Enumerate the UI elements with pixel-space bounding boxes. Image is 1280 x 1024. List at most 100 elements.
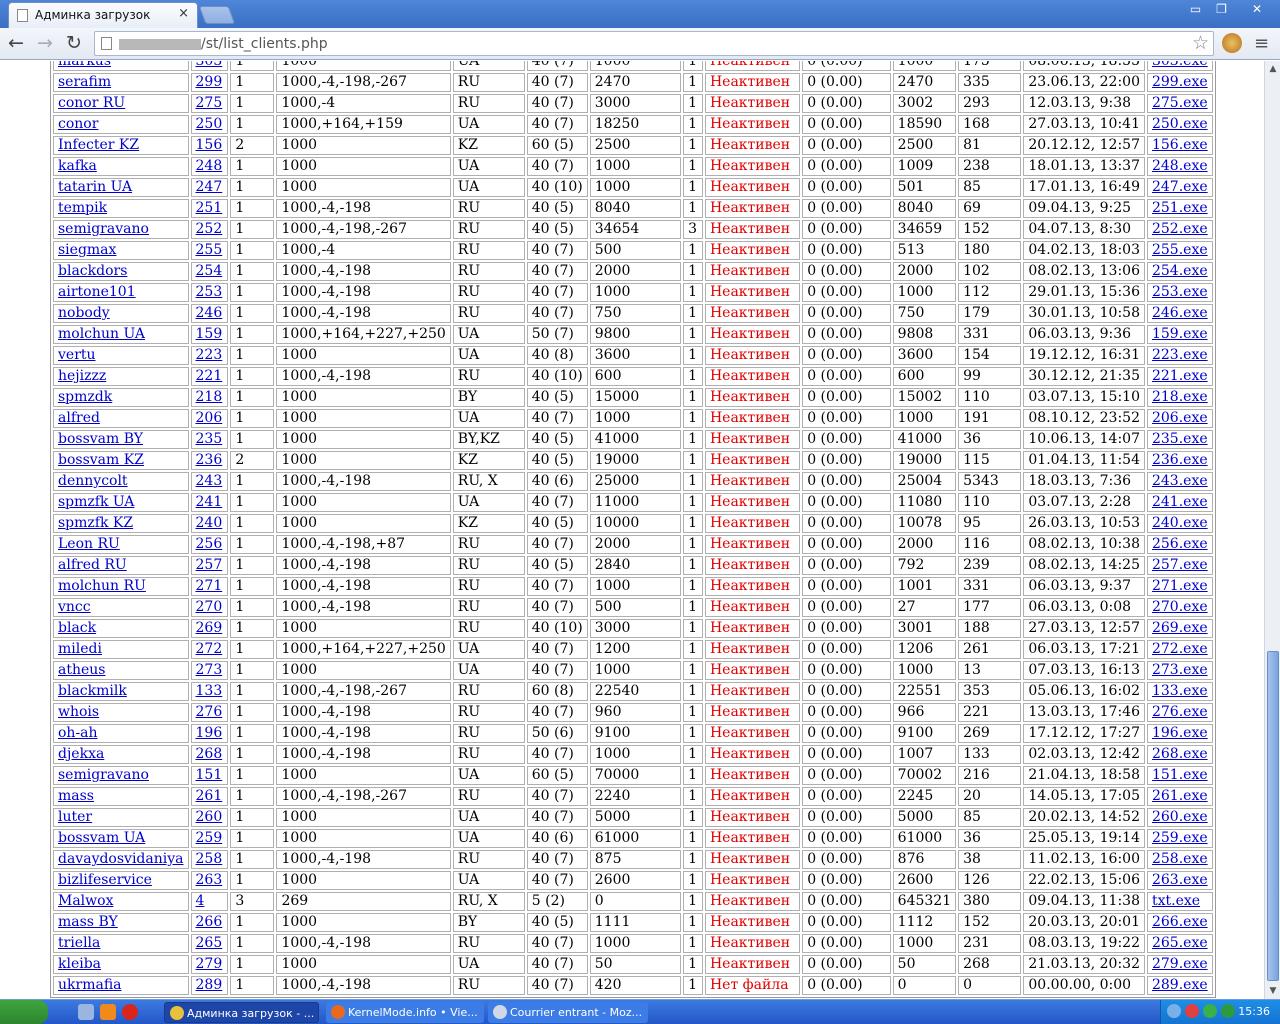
exe-link[interactable]: 156.exe (1152, 137, 1208, 153)
client-name[interactable]: molchun RU (58, 578, 146, 594)
client-name[interactable]: airtone101 (58, 284, 136, 300)
client-name[interactable]: bossvam BY (58, 431, 143, 447)
client-id[interactable]: 261 (196, 788, 223, 804)
client-id[interactable]: 270 (196, 599, 223, 615)
client-id[interactable]: 246 (196, 305, 223, 321)
exe-link[interactable]: 151.exe (1152, 767, 1208, 783)
forward-arrow-icon[interactable]: → (33, 32, 57, 56)
minimize-button[interactable]: ▭ (1182, 1, 1209, 19)
client-id[interactable]: 196 (196, 725, 223, 741)
client-name[interactable]: dennycolt (58, 473, 128, 489)
client-id[interactable]: 289 (196, 977, 223, 993)
exe-link[interactable]: 260.exe (1152, 809, 1208, 825)
client-id[interactable]: 269 (196, 620, 223, 636)
exe-link[interactable]: 221.exe (1152, 368, 1208, 384)
exe-link[interactable]: 299.exe (1152, 74, 1208, 90)
client-name[interactable]: conor (58, 116, 98, 132)
client-name[interactable]: miledi (58, 641, 102, 657)
client-id[interactable]: 272 (196, 641, 223, 657)
client-name[interactable]: conor RU (58, 95, 125, 111)
taskbar-item-firefox[interactable]: KernelMode.info • Vie... (326, 1002, 484, 1023)
client-name[interactable]: davaydosvidaniya (58, 851, 184, 867)
client-id[interactable]: 251 (196, 200, 223, 216)
torrent-icon[interactable] (1221, 1004, 1235, 1018)
client-id[interactable]: 4 (196, 893, 205, 909)
client-id[interactable]: 206 (196, 410, 223, 426)
exe-link[interactable]: 268.exe (1152, 746, 1208, 762)
exe-link[interactable]: 235.exe (1152, 431, 1208, 447)
exe-link[interactable]: 251.exe (1152, 200, 1208, 216)
client-name[interactable]: mass BY (58, 914, 118, 930)
client-name[interactable]: molchun UA (58, 326, 145, 342)
reload-icon[interactable]: ↻ (62, 32, 86, 56)
close-app-icon[interactable] (122, 1004, 138, 1020)
close-window-button[interactable]: ✕ (1240, 1, 1274, 19)
exe-link[interactable]: 206.exe (1152, 410, 1208, 426)
client-id[interactable]: 252 (196, 221, 223, 237)
exe-link[interactable]: 243.exe (1152, 473, 1208, 489)
exe-link[interactable]: 289.exe (1152, 977, 1208, 993)
exe-link[interactable]: 259.exe (1152, 830, 1208, 846)
client-name[interactable]: siegmax (58, 242, 116, 258)
exe-link[interactable]: 258.exe (1152, 851, 1208, 867)
client-id[interactable]: 133 (196, 683, 223, 699)
client-name[interactable]: kleiba (58, 956, 101, 972)
exe-link[interactable]: 254.exe (1152, 263, 1208, 279)
exe-link[interactable]: 263.exe (1152, 872, 1208, 888)
client-name[interactable]: blackmilk (58, 683, 127, 699)
address-bar[interactable]: /st/list_clients.php ☆ (94, 31, 1214, 56)
exe-link[interactable]: 256.exe (1152, 536, 1208, 552)
scroll-down-icon[interactable]: ▼ (1265, 983, 1280, 999)
quicklaunch-icon[interactable] (78, 1004, 94, 1020)
client-name[interactable]: semigravano (58, 221, 149, 237)
client-id[interactable]: 243 (196, 473, 223, 489)
exe-link[interactable]: 276.exe (1152, 704, 1208, 720)
client-name[interactable]: bizlifeservice (58, 872, 152, 888)
client-id[interactable]: 263 (196, 872, 223, 888)
exe-link[interactable]: 196.exe (1152, 725, 1208, 741)
client-id[interactable]: 276 (196, 704, 223, 720)
client-name[interactable]: tempik (58, 200, 107, 216)
taskbar-item-mail[interactable]: Courrier entrant - Moz... (488, 1002, 648, 1023)
app-icon[interactable] (1203, 1004, 1217, 1018)
exe-link[interactable]: 236.exe (1152, 452, 1208, 468)
client-name[interactable]: luter (58, 809, 92, 825)
client-id[interactable]: 279 (196, 956, 223, 972)
client-name[interactable]: blackdors (58, 263, 127, 279)
taskbar-item-chrome[interactable]: Админка загрузок - ... (164, 1002, 319, 1023)
exe-link[interactable]: 303.exe (1152, 61, 1208, 69)
client-name[interactable]: atheus (58, 662, 105, 678)
exe-link[interactable]: 272.exe (1152, 641, 1208, 657)
client-name[interactable]: nobody (58, 305, 110, 321)
browser-tab[interactable]: Админка загрузок × (8, 2, 198, 28)
exe-link[interactable]: 252.exe (1152, 221, 1208, 237)
client-name[interactable]: Malwox (58, 893, 113, 909)
bookmark-star-icon[interactable]: ☆ (1192, 32, 1209, 54)
client-id[interactable]: 260 (196, 809, 223, 825)
exe-link[interactable]: 261.exe (1152, 788, 1208, 804)
client-name[interactable]: kafka (58, 158, 97, 174)
exe-link[interactable]: txt.exe (1152, 893, 1200, 909)
maximize-button[interactable]: ❐ (1208, 1, 1235, 19)
client-id[interactable]: 265 (196, 935, 223, 951)
client-id[interactable]: 221 (196, 368, 223, 384)
client-name[interactable]: hejizzz (58, 368, 106, 384)
client-id[interactable]: 259 (196, 830, 223, 846)
client-id[interactable]: 266 (196, 914, 223, 930)
client-name[interactable]: Leon RU (58, 536, 120, 552)
client-id[interactable]: 275 (196, 95, 223, 111)
exe-link[interactable]: 253.exe (1152, 284, 1208, 300)
client-name[interactable]: spmzdk (58, 389, 112, 405)
client-name[interactable]: alfred RU (58, 557, 127, 573)
client-id[interactable]: 235 (196, 431, 223, 447)
client-name[interactable]: spmzfk UA (58, 494, 134, 510)
client-name[interactable]: djekxa (58, 746, 104, 762)
vlc-icon[interactable] (100, 1004, 116, 1020)
scrollbar-thumb[interactable] (1267, 651, 1279, 981)
exe-link[interactable]: 241.exe (1152, 494, 1208, 510)
exe-link[interactable]: 240.exe (1152, 515, 1208, 531)
client-id[interactable]: 159 (196, 326, 223, 342)
exe-link[interactable]: 265.exe (1152, 935, 1208, 951)
client-name[interactable]: vertu (58, 347, 96, 363)
exe-link[interactable]: 270.exe (1152, 599, 1208, 615)
